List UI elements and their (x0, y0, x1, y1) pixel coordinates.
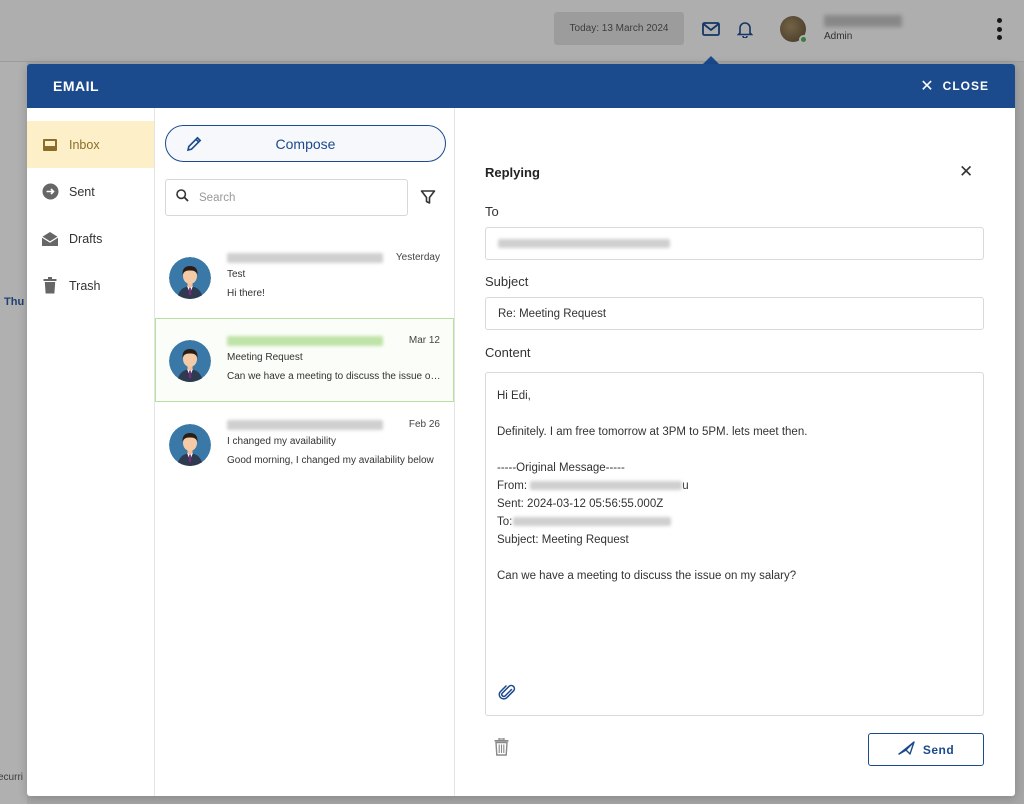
message-date: Feb 26 (408, 419, 440, 430)
modal-title: EMAIL (53, 78, 100, 94)
message-subject: I changed my availability (227, 436, 336, 447)
subject-field[interactable]: Re: Meeting Request (485, 297, 984, 330)
folder-sidebar: Inbox Sent Drafts Trash (27, 108, 155, 796)
pencil-icon (186, 135, 203, 155)
search-box (165, 179, 408, 216)
modal-pointer (703, 56, 719, 64)
sender-avatar (169, 340, 211, 382)
email-modal: EMAIL ✕ CLOSE Inbox Sent Drafts Trash Co… (27, 64, 1015, 796)
sender-redacted (227, 336, 383, 346)
message-preview: Good morning, I changed my availability … (227, 455, 434, 466)
original-message-header: -----Original Message----- (497, 462, 625, 474)
content-label: Content (485, 345, 531, 360)
folder-trash[interactable]: Trash (27, 262, 154, 309)
original-sent-line: Sent: 2024-03-12 05:56:55.000Z (497, 498, 664, 510)
close-label: CLOSE (942, 79, 989, 93)
inbox-icon (41, 136, 59, 154)
folder-drafts[interactable]: Drafts (27, 215, 154, 262)
from-prefix: From: (497, 480, 528, 492)
original-from-line: From: u (497, 477, 972, 495)
search-icon (176, 188, 189, 207)
message-subject: Test (227, 269, 246, 280)
sender-avatar (169, 257, 211, 299)
content-body: Definitely. I am free tomorrow at 3PM to… (497, 426, 808, 438)
folder-label: Trash (69, 278, 101, 293)
trash-icon (41, 277, 59, 295)
filter-icon[interactable] (420, 189, 438, 207)
from-suffix: u (682, 480, 689, 492)
message-item[interactable]: Feb 26 I changed my availability Good mo… (155, 402, 454, 486)
message-item-selected[interactable]: Mar 12 Meeting Request Can we have a mee… (155, 318, 454, 402)
message-preview: Can we have a meeting to discuss the iss… (227, 371, 442, 382)
message-subject: Meeting Request (227, 352, 303, 363)
close-icon: ✕ (920, 78, 935, 95)
discard-trash-icon[interactable] (494, 737, 509, 761)
message-date: Yesterday (395, 252, 440, 263)
drafts-icon (41, 230, 59, 248)
message-list-pane: Compose Yesterday Test Hi there! (155, 108, 455, 796)
send-label: Send (922, 742, 955, 757)
to-prefix: To: (497, 516, 513, 528)
sender-redacted (227, 420, 383, 430)
to-field[interactable] (485, 227, 984, 260)
message-item[interactable]: Yesterday Test Hi there! (155, 235, 454, 319)
folder-label: Inbox (69, 137, 100, 152)
search-input[interactable] (199, 191, 389, 204)
reply-pane: Replying ✕ To Subject Re: Meeting Reques… (455, 108, 1015, 796)
close-button[interactable]: ✕ CLOSE (920, 76, 989, 96)
message-preview: Hi there! (227, 288, 265, 299)
reply-title: Replying (485, 165, 540, 180)
compose-label: Compose (275, 135, 336, 152)
from-address-redacted (530, 481, 683, 491)
message-date: Mar 12 (408, 335, 440, 346)
compose-button[interactable]: Compose (165, 125, 446, 162)
sender-redacted (227, 253, 383, 263)
original-subject-line: Subject: Meeting Request (497, 534, 629, 546)
original-to-redacted (513, 517, 672, 527)
sent-icon (41, 183, 59, 201)
folder-label: Sent (69, 184, 95, 199)
paperclip-icon[interactable] (498, 683, 516, 707)
subject-label: Subject (485, 274, 529, 289)
folder-inbox[interactable]: Inbox (27, 121, 154, 168)
modal-header: EMAIL ✕ CLOSE (27, 64, 1015, 108)
original-to-line: To: (497, 513, 972, 531)
send-button[interactable]: Send (868, 733, 984, 766)
folder-label: Drafts (69, 231, 103, 246)
content-editor[interactable]: Hi Edi, Definitely. I am free tomorrow a… (485, 372, 984, 716)
close-reply-icon[interactable]: ✕ (959, 163, 973, 180)
folder-sent[interactable]: Sent (27, 168, 154, 215)
to-label: To (485, 204, 499, 219)
to-address-redacted (498, 239, 670, 248)
sender-avatar (169, 424, 211, 466)
original-body: Can we have a meeting to discuss the iss… (497, 570, 797, 582)
modal-body: Inbox Sent Drafts Trash Compose Search Y… (27, 108, 1015, 796)
send-icon (898, 741, 915, 758)
content-greeting: Hi Edi, (497, 390, 531, 402)
